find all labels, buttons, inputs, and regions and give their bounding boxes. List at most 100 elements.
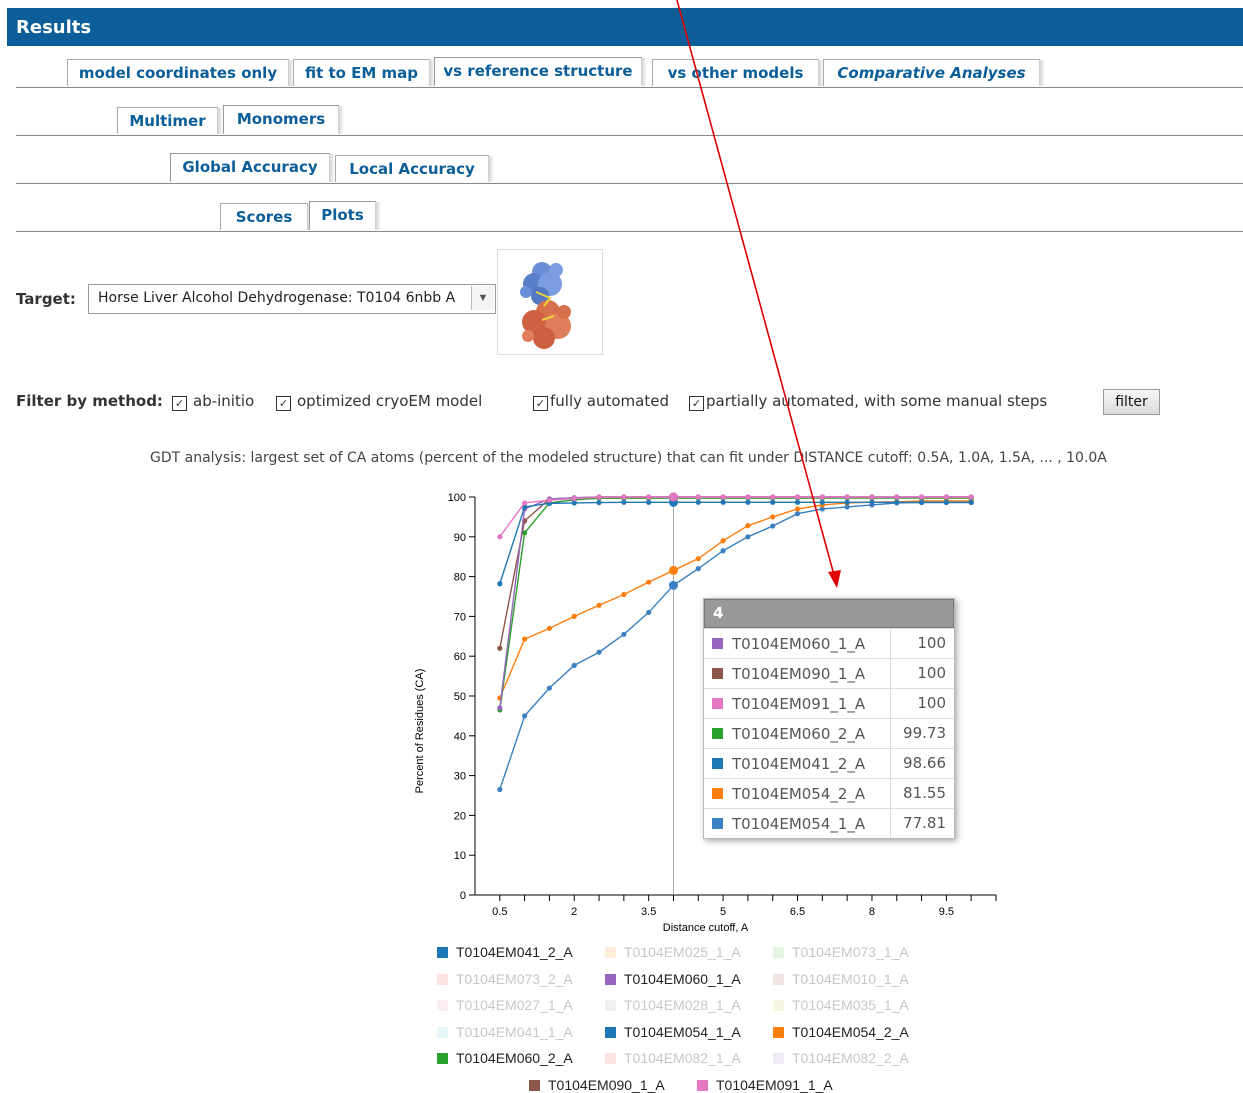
chevron-down-icon[interactable]: ▼ <box>471 286 494 310</box>
x-tick-label: 5 <box>720 906 726 918</box>
legend-item[interactable]: T0104EM082_2_A <box>773 1050 909 1066</box>
data-point <box>794 511 801 517</box>
data-point <box>918 494 925 500</box>
legend-item[interactable]: T0104EM073_2_A <box>437 971 573 987</box>
target-select[interactable]: Horse Liver Alcohol Dehydrogenase: T0104… <box>88 284 496 314</box>
data-point <box>522 636 528 642</box>
data-point <box>668 580 678 590</box>
tab-vs-other-models[interactable]: vs other models <box>652 59 824 86</box>
filter-ab-initio[interactable]: ✓ ab-initio <box>172 392 254 411</box>
filter-fully-automated[interactable]: ✓ fully automated <box>533 392 669 411</box>
legend-item[interactable]: T0104EM041_1_A <box>437 1024 573 1040</box>
data-point <box>844 499 850 505</box>
data-point <box>497 695 503 701</box>
checkbox-optimized-cryoem[interactable]: ✓ <box>276 396 291 411</box>
checkbox-fully-automated[interactable]: ✓ <box>533 396 548 411</box>
legend-swatch <box>605 973 616 985</box>
data-point <box>621 499 627 505</box>
data-point <box>668 493 678 503</box>
data-point <box>794 494 801 500</box>
target-structure-thumbnail <box>497 249 603 355</box>
data-point <box>695 494 701 500</box>
tooltip-series-value: 99.73 <box>890 719 954 748</box>
tooltip-series-name: T0104EM091_1_A <box>732 695 866 713</box>
data-point <box>869 494 875 500</box>
y-tick-label: 80 <box>454 572 466 584</box>
legend-item[interactable]: T0104EM028_1_A <box>605 997 741 1013</box>
legend-item[interactable]: T0104EM027_1_A <box>437 997 573 1013</box>
legend-item[interactable]: T0104EM010_1_A <box>773 971 909 987</box>
tab-model-coordinates[interactable]: model coordinates only <box>67 59 294 86</box>
tab-vs-reference-structure[interactable]: vs reference structure <box>434 57 647 86</box>
legend-item[interactable]: T0104EM060_2_A <box>437 1050 573 1066</box>
legend-item[interactable]: T0104EM090_1_A <box>529 1077 665 1093</box>
data-point <box>668 492 678 502</box>
tab-global-accuracy[interactable]: Global Accuracy <box>170 153 335 182</box>
legend-item[interactable]: T0104EM054_2_A <box>773 1024 909 1040</box>
tab-comparative-analyses[interactable]: Comparative Analyses <box>823 59 1045 86</box>
tooltip-series-name: T0104EM060_2_A <box>732 725 866 743</box>
tooltip-swatch <box>712 788 723 799</box>
tooltip-series-value: 77.81 <box>890 809 954 838</box>
legend-item[interactable]: T0104EM054_1_A <box>605 1024 741 1040</box>
legend-item[interactable]: T0104EM082_1_A <box>605 1050 741 1066</box>
checkbox-ab-initio[interactable]: ✓ <box>172 396 187 411</box>
legend-label: T0104EM028_1_A <box>624 997 741 1013</box>
data-point <box>943 494 949 500</box>
legend-item[interactable]: T0104EM025_1_A <box>605 944 741 960</box>
legend-label: T0104EM073_2_A <box>456 970 573 987</box>
data-point <box>720 494 726 500</box>
data-point <box>968 498 974 504</box>
tooltip-swatch <box>712 818 723 829</box>
data-point <box>621 494 627 500</box>
filter-partially-automated[interactable]: ✓ partially automated, with some manual s… <box>689 392 1047 411</box>
y-tick-label: 60 <box>454 651 466 663</box>
data-point <box>522 506 528 512</box>
data-point <box>770 494 776 500</box>
data-point <box>819 494 825 500</box>
data-point <box>720 494 726 500</box>
legend-swatch <box>773 1053 784 1064</box>
legend-item[interactable]: T0104EM060_1_A <box>605 971 741 987</box>
legend-item[interactable]: T0104EM035_1_A <box>773 997 909 1013</box>
tab-multimer[interactable]: Multimer <box>117 107 223 134</box>
tab-scores[interactable]: Scores <box>220 203 313 230</box>
data-point <box>695 495 701 501</box>
data-point <box>646 609 652 616</box>
x-tick-label: 6.5 <box>790 906 805 918</box>
data-point <box>745 534 751 540</box>
data-point <box>522 530 528 536</box>
data-point <box>546 497 553 503</box>
data-point <box>968 494 974 500</box>
legend-item[interactable]: T0104EM041_2_A <box>437 944 573 960</box>
tooltip-series-value: 81.55 <box>890 779 954 808</box>
tooltip-row: T0104EM060_1_A 100 <box>704 628 954 658</box>
tab-local-accuracy[interactable]: Local Accuracy <box>335 155 494 182</box>
tab-plots[interactable]: Plots <box>309 201 381 230</box>
data-point <box>770 514 776 520</box>
data-point <box>794 495 801 501</box>
legend-item[interactable]: T0104EM091_1_A <box>697 1077 833 1093</box>
legend-label: T0104EM091_1_A <box>716 1076 833 1093</box>
tooltip-series-name: T0104EM041_2_A <box>732 755 866 773</box>
data-point <box>621 494 627 500</box>
filter-button[interactable]: filter <box>1103 389 1160 415</box>
filter-optimized-cryoem[interactable]: ✓ optimized cryoEM model <box>276 392 482 411</box>
series-line <box>499 496 972 538</box>
data-point <box>819 494 825 500</box>
data-point <box>695 566 701 572</box>
data-point <box>819 506 825 512</box>
data-point <box>894 494 900 500</box>
data-point <box>844 494 850 500</box>
filter-row: Filter by method: <box>16 392 163 411</box>
tab-fit-to-em-map[interactable]: fit to EM map <box>293 59 435 86</box>
tab-monomers[interactable]: Monomers <box>223 105 344 134</box>
data-point <box>819 499 825 505</box>
checkbox-partially-automated[interactable]: ✓ <box>689 396 704 411</box>
legend-item[interactable]: T0104EM073_1_A <box>773 944 909 960</box>
data-point <box>918 499 925 506</box>
annotation-arrow-head <box>828 570 841 588</box>
data-point <box>720 548 726 554</box>
target-select-value: Horse Liver Alcohol Dehydrogenase: T0104… <box>98 290 456 306</box>
data-point <box>546 500 553 506</box>
